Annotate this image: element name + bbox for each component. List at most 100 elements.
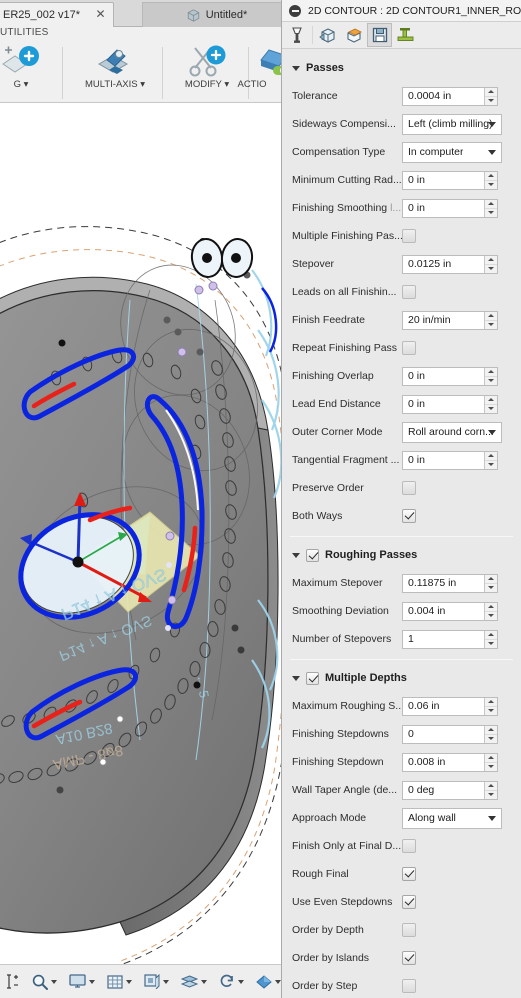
cad-viewport[interactable]: P14 ↑ A ↑ OVS P14 ↑ A ↑ OVS A10 B28 AMP … [0,0,290,998]
chevron-down-icon[interactable] [163,979,169,984]
spinner-input-wall-taper-angle-de[interactable]: 0 deg [402,780,498,800]
spinner-buttons-finishing-smoothing[interactable] [484,199,497,217]
checkbox-repeat-finishing-pass[interactable] [402,341,416,355]
spinner-down-button[interactable] [485,459,497,469]
spinner-buttons-lead-end-distance[interactable] [484,395,497,413]
linking-tab-icon[interactable] [393,23,418,47]
spinner-down-button[interactable] [485,761,497,771]
close-icon[interactable]: ✕ [95,8,106,20]
chevron-down-icon[interactable] [488,816,496,821]
spinner-up-button[interactable] [485,396,497,404]
dropdown-compensation-type[interactable]: In computer [402,141,502,163]
checkbox-multiple-finishing-pas[interactable] [402,229,416,243]
spinner-up-button[interactable] [485,88,497,96]
measure-icon[interactable] [0,965,26,998]
spinner-input-tolerance[interactable]: 0.0004 in [402,86,498,106]
checkbox-order-by-islands[interactable] [402,951,416,965]
spinner-input-smoothing-deviation[interactable]: 0.004 in [402,601,498,621]
section-checkbox-roughing-passes[interactable] [306,548,319,562]
spinner-down-button[interactable] [485,95,497,105]
checkbox-rough-final[interactable] [402,867,416,881]
ribbon-group-multi-axis[interactable]: MULTI-AXIS ▾ [70,43,160,102]
spinner-buttons-tangential-fragment[interactable] [484,451,497,469]
chevron-down-icon[interactable] [292,552,300,558]
spinner-input-finishing-smoothing[interactable]: 0 in [402,198,498,218]
spinner-down-button[interactable] [485,582,497,592]
chevron-down-icon[interactable] [201,979,207,984]
ribbon-group-modify[interactable]: MODIFY ▾ [168,43,246,102]
ribbon-group-drilling[interactable]: G ▾ [0,43,60,102]
collapse-icon[interactable] [289,4,301,17]
spinner-up-button[interactable] [485,256,497,264]
spinner-buttons-wall-taper-angle-de[interactable] [484,781,497,799]
zoom-icon[interactable] [26,965,63,998]
spinner-input-minimum-cutting-rad[interactable]: 0 in [402,170,498,190]
spinner-up-button[interactable] [485,698,497,706]
grid-snaps-icon[interactable] [101,965,138,998]
operation-dialog[interactable]: 2D CONTOUR : 2D CONTOUR1_INNER_ROUGH Pas… [281,0,521,998]
checkbox-leads-on-all-finishin[interactable] [402,285,416,299]
checkbox-preserve-order[interactable] [402,481,416,495]
spinner-up-button[interactable] [485,172,497,180]
spinner-input-finishing-overlap[interactable]: 0 in [402,366,498,386]
passes-tab-icon[interactable] [367,23,392,47]
heights-tab-icon[interactable] [341,23,366,47]
spinner-down-button[interactable] [485,179,497,189]
spinner-down-button[interactable] [485,705,497,715]
viewports-icon[interactable] [138,965,175,998]
spinner-up-button[interactable] [485,631,497,639]
spinner-down-button[interactable] [485,789,497,799]
spinner-buttons-finishing-overlap[interactable] [484,367,497,385]
spinner-up-button[interactable] [485,452,497,460]
viewport-status-toolbar[interactable] [0,964,285,998]
document-tab-active[interactable]: ER25_002 v17* ✕ [0,2,114,27]
spinner-up-button[interactable] [485,368,497,376]
checkbox-finish-only-at-final-d[interactable] [402,839,416,853]
spinner-down-button[interactable] [485,638,497,648]
ribbon-toolbar[interactable]: UTILITIES G ▾ MULTI-AXIS ▾ MODIFY ▾ ACTI… [0,27,290,103]
spinner-down-button[interactable] [485,319,497,329]
spinner-buttons-finish-feedrate[interactable] [484,311,497,329]
spinner-buttons-finishing-stepdown[interactable] [484,753,497,771]
spinner-down-button[interactable] [485,375,497,385]
spinner-up-button[interactable] [485,782,497,790]
chevron-down-icon[interactable] [292,65,300,71]
chevron-down-icon[interactable] [488,122,496,127]
spinner-buttons-minimum-cutting-rad[interactable] [484,171,497,189]
spinner-buttons-finishing-stepdowns[interactable] [484,725,497,743]
spinner-up-button[interactable] [485,726,497,734]
chevron-down-icon[interactable] [89,979,95,984]
chevron-down-icon[interactable] [488,430,496,435]
section-header-multiple-depths[interactable]: Multiple Depths [282,667,521,689]
chevron-down-icon[interactable] [238,979,244,984]
refresh-icon[interactable] [213,965,250,998]
spinner-down-button[interactable] [485,733,497,743]
spinner-input-lead-end-distance[interactable]: 0 in [402,394,498,414]
spinner-input-maximum-stepover[interactable]: 0.11875 in [402,573,498,593]
spinner-buttons-maximum-roughing-s[interactable] [484,697,497,715]
section-header-passes[interactable]: Passes [282,57,521,79]
cad-model-canvas[interactable]: P14 ↑ A ↑ OVS P14 ↑ A ↑ OVS A10 B28 AMP … [0,0,290,998]
spinner-buttons-maximum-stepover[interactable] [484,574,497,592]
spinner-up-button[interactable] [485,754,497,762]
section-checkbox-multiple-depths[interactable] [306,671,319,685]
dialog-tab-toolbar[interactable] [282,22,521,49]
spinner-input-tangential-fragment[interactable]: 0 in [402,450,498,470]
chevron-down-icon[interactable] [292,675,300,681]
chevron-down-icon[interactable] [126,979,132,984]
spinner-input-finishing-stepdowns[interactable]: 0 [402,724,498,744]
section-header-roughing-passes[interactable]: Roughing Passes [282,544,521,566]
dropdown-outer-corner-mode[interactable]: Roll around corn... [402,421,502,443]
spinner-input-number-of-stepovers[interactable]: 1 [402,629,498,649]
tool-tab-icon[interactable] [284,23,309,47]
document-tab-bar[interactable]: ER25_002 v17* ✕ Untitled* [0,0,290,27]
dialog-scroll-body[interactable]: Passes Tolerance 0.0004 in Sideways Compens… [282,50,521,998]
spinner-up-button[interactable] [485,200,497,208]
spinner-up-button[interactable] [485,312,497,320]
spinner-input-finish-feedrate[interactable]: 20 in/min [402,310,498,330]
spinner-input-maximum-roughing-s[interactable]: 0.06 in [402,696,498,716]
chevron-down-icon[interactable] [51,979,57,984]
checkbox-use-even-stepdowns[interactable] [402,895,416,909]
layers-icon[interactable] [175,965,213,998]
dropdown-sideways-compensi[interactable]: Left (climb milling) [402,113,502,135]
